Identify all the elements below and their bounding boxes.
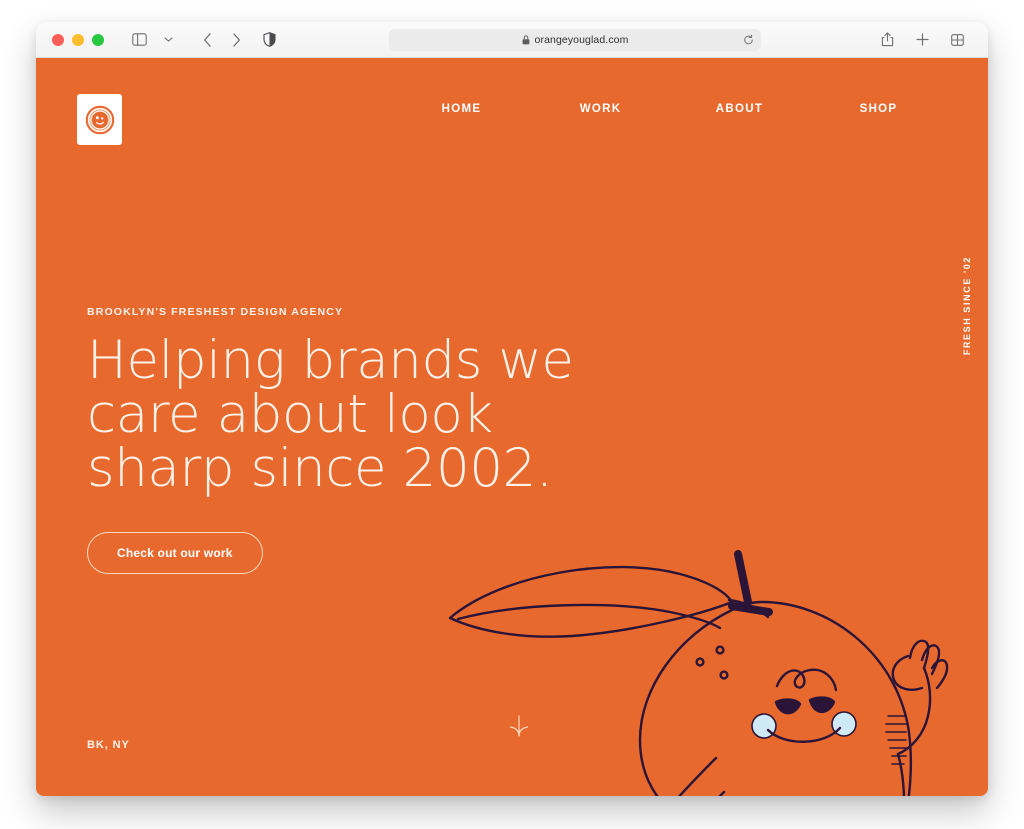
hero-headline: Helping brands we care about look sharp … xyxy=(87,330,574,499)
maximize-window-button[interactable] xyxy=(92,33,104,46)
nav-item-about[interactable]: ABOUT xyxy=(670,103,809,115)
browser-window: orangeyouglad.com HOME WORK ABOUT SHOP F… xyxy=(36,22,988,796)
reload-icon[interactable] xyxy=(743,34,754,45)
hero-section: BROOKLYN'S FRESHEST DESIGN AGENCY Helpin… xyxy=(87,306,574,574)
back-arrow-icon[interactable] xyxy=(194,28,220,52)
tab-overview-icon[interactable] xyxy=(944,28,970,52)
fresh-since-label: FRESH SINCE '02 xyxy=(962,256,972,356)
hero-eyebrow: BROOKLYN'S FRESHEST DESIGN AGENCY xyxy=(87,306,344,318)
scroll-down-arrow-icon[interactable] xyxy=(502,710,536,744)
privacy-shield-icon[interactable] xyxy=(263,32,276,47)
primary-navigation: HOME WORK ABOUT SHOP xyxy=(36,103,988,115)
close-window-button[interactable] xyxy=(52,33,64,46)
site-logo[interactable] xyxy=(77,94,122,145)
webpage-viewport: HOME WORK ABOUT SHOP FRESH SINCE '02 BRO… xyxy=(36,58,988,796)
chevron-down-icon[interactable] xyxy=(155,28,181,52)
lock-icon xyxy=(522,34,530,45)
sidebar-icon[interactable] xyxy=(126,28,152,52)
toolbar-right-actions xyxy=(874,28,970,52)
address-bar-container: orangeyouglad.com xyxy=(276,28,874,51)
url-text: orangeyouglad.com xyxy=(534,33,629,46)
navigation-controls xyxy=(126,28,249,52)
nav-item-shop[interactable]: SHOP xyxy=(809,103,948,115)
nav-item-work[interactable]: WORK xyxy=(531,103,670,115)
window-controls[interactable] xyxy=(52,33,104,46)
cta-button[interactable]: Check out our work xyxy=(87,532,263,574)
nav-item-home[interactable]: HOME xyxy=(392,103,531,115)
plus-icon[interactable] xyxy=(909,28,935,52)
forward-arrow-icon[interactable] xyxy=(223,28,249,52)
share-icon[interactable] xyxy=(874,28,900,52)
location-label: BK, NY xyxy=(87,739,130,751)
minimize-window-button[interactable] xyxy=(72,33,84,46)
browser-toolbar: orangeyouglad.com xyxy=(36,22,988,58)
address-bar[interactable]: orangeyouglad.com xyxy=(389,28,761,51)
orange-character-illustration xyxy=(432,540,952,796)
